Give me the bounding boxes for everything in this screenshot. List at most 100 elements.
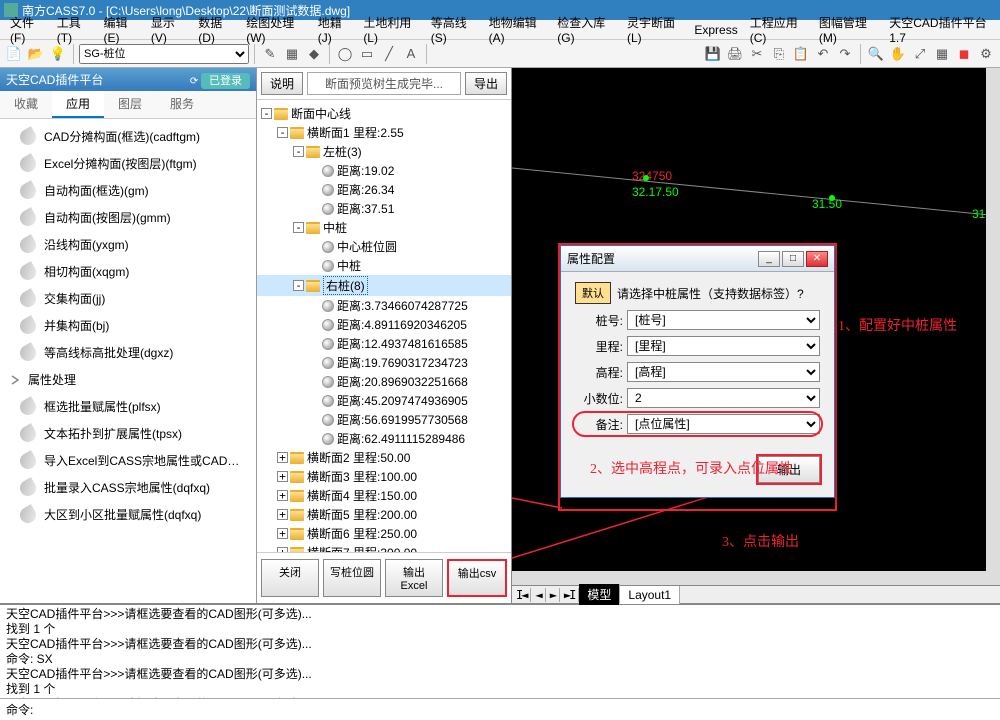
tree-node[interactable]: 距离:19.7690317234723 <box>337 354 468 371</box>
tab-service[interactable]: 服务 <box>156 91 208 118</box>
menu-eng[interactable]: 工程应用(C) <box>744 12 813 47</box>
open-icon[interactable]: 📂 <box>26 44 46 64</box>
collapse-icon[interactable]: - <box>261 108 272 119</box>
expand-icon[interactable]: + <box>277 528 288 539</box>
list-item[interactable]: Excel分摊构面(按图层)(ftgm) <box>0 150 256 177</box>
tab-nav-next-icon[interactable]: ► <box>546 588 560 602</box>
tab-fav[interactable]: 收藏 <box>0 91 52 118</box>
menu-landuse[interactable]: 土地利用(L) <box>357 12 424 47</box>
default-button[interactable]: 默认 <box>575 282 611 304</box>
list-item[interactable]: 等高线标高批处理(dgxz) <box>0 339 256 366</box>
collapse-icon[interactable]: - <box>277 127 288 138</box>
rect-icon[interactable]: ▭ <box>357 44 377 64</box>
close-icon[interactable]: ✕ <box>806 251 828 267</box>
output-button[interactable]: 输出 <box>758 456 820 483</box>
pan-icon[interactable]: ✋ <box>888 44 908 64</box>
zoom-icon[interactable]: 🔍 <box>866 44 886 64</box>
menu-express[interactable]: Express <box>688 21 743 39</box>
tool3-icon[interactable]: ◆ <box>304 44 324 64</box>
decimals-select[interactable]: 2 <box>627 388 820 408</box>
new-icon[interactable]: 📄 <box>4 44 24 64</box>
stake-select[interactable]: [桩号] <box>627 310 820 330</box>
print-icon[interactable]: 🖨 <box>725 44 745 64</box>
collapse-icon[interactable]: - <box>293 280 304 291</box>
menu-draw[interactable]: 绘图处理(W) <box>240 12 312 47</box>
settings-icon[interactable]: ⚙ <box>976 44 996 64</box>
menu-edit[interactable]: 编辑(E) <box>98 12 145 47</box>
redo-icon[interactable]: ↷ <box>835 44 855 64</box>
expand-icon[interactable]: + <box>277 452 288 463</box>
tree-node[interactable]: 断面中心线 <box>291 105 351 122</box>
expand-icon[interactable]: + <box>277 471 288 482</box>
tab-model[interactable]: 模型 <box>579 584 620 605</box>
list-item[interactable]: CAD分摊构面(框选)(cadftgm) <box>0 123 256 150</box>
cut-icon[interactable]: ✂ <box>747 44 767 64</box>
list-item[interactable]: 导入Excel到CASS宗地属性或CAD扩展属性(xlsdr) <box>0 447 256 474</box>
tree-node[interactable]: 横断面2 里程:50.00 <box>307 449 410 466</box>
write-stake-button[interactable]: 写桩位圆 <box>323 559 381 597</box>
remark-select[interactable]: [点位属性] <box>627 414 820 434</box>
tree-node[interactable]: 横断面1 里程:2.55 <box>307 124 404 141</box>
list-item[interactable]: 相切构面(xqgm) <box>0 258 256 285</box>
tree-node-selected[interactable]: 右桩(8) <box>323 276 368 295</box>
tool-icon[interactable]: ✎ <box>260 44 280 64</box>
tree-node[interactable]: 横断面6 里程:250.00 <box>307 525 417 542</box>
tree-node[interactable]: 中心桩位圆 <box>337 238 397 255</box>
collapse-icon[interactable]: - <box>293 222 304 233</box>
tree-node[interactable]: 距离:20.8969032251668 <box>337 373 468 390</box>
tab-app[interactable]: 应用 <box>52 91 104 118</box>
tree-node[interactable]: 距离:3.73466074287725 <box>337 297 468 314</box>
export-button[interactable]: 导出 <box>465 72 507 95</box>
list-item[interactable]: 沿线构面(yxgm) <box>0 231 256 258</box>
maximize-icon[interactable]: □ <box>782 251 804 267</box>
menu-section[interactable]: 灵宇断面(L) <box>621 12 688 47</box>
menu-tools[interactable]: 工具(T) <box>51 12 98 47</box>
list-item[interactable]: 自动构面(按图层)(gmm) <box>0 204 256 231</box>
menu-check[interactable]: 检查入库(G) <box>551 12 621 47</box>
tree-node[interactable]: 距离:19.02 <box>337 162 394 179</box>
color-icon[interactable]: ◼ <box>954 44 974 64</box>
minimize-icon[interactable]: _ <box>758 251 780 267</box>
command-input[interactable] <box>37 702 994 717</box>
bulb-icon[interactable]: 💡 <box>48 44 68 64</box>
undo-icon[interactable]: ↶ <box>813 44 833 64</box>
section-tree[interactable]: -断面中心线 -横断面1 里程:2.55 -左桩(3) 距离:19.02 距离:… <box>257 100 511 552</box>
scrollbar-horizontal[interactable] <box>512 571 986 585</box>
list-item[interactable]: 大区到小区批量赋属性(dqfxq) <box>0 501 256 528</box>
expand-icon[interactable]: + <box>277 490 288 501</box>
list-item[interactable]: 交集构面(jj) <box>0 285 256 312</box>
grid-icon[interactable]: ▦ <box>932 44 952 64</box>
tree-node[interactable]: 距离:37.51 <box>337 200 394 217</box>
tree-node[interactable]: 横断面4 里程:150.00 <box>307 487 417 504</box>
login-badge[interactable]: 已登录 <box>201 73 250 89</box>
menu-land[interactable]: 地籍(J) <box>312 12 358 47</box>
list-item[interactable]: 文本拓扑到扩展属性(tpsx) <box>0 420 256 447</box>
tree-node[interactable]: 中桩 <box>337 257 361 274</box>
tree-node[interactable]: 距离:12.4937481616585 <box>337 335 468 352</box>
menu-contour[interactable]: 等高线(S) <box>425 12 483 47</box>
tree-node[interactable]: 距离:62.4911115289486 <box>337 430 465 447</box>
tree-node[interactable]: 距离:56.6919957730568 <box>337 411 468 428</box>
menu-file[interactable]: 文件(F) <box>4 12 51 47</box>
tool2-icon[interactable]: ▦ <box>282 44 302 64</box>
menu-view[interactable]: 显示(V) <box>145 12 192 47</box>
export-excel-button[interactable]: 输出Excel <box>385 559 443 597</box>
list-item[interactable]: 自动构面(框选)(gm) <box>0 177 256 204</box>
tree-node[interactable]: 距离:4.89116920346205 <box>337 316 467 333</box>
scrollbar-vertical[interactable] <box>986 68 1000 585</box>
list-item[interactable]: 框选批量赋属性(plfsx) <box>0 393 256 420</box>
circle-icon[interactable]: ◯ <box>335 44 355 64</box>
tree-node[interactable]: 中桩 <box>323 219 347 236</box>
text-icon[interactable]: A <box>401 44 421 64</box>
extend-icon[interactable]: ⤢ <box>910 44 930 64</box>
tab-nav-prev-icon[interactable]: ◄ <box>531 588 545 602</box>
menu-obj-edit[interactable]: 地物编辑(A) <box>483 12 552 47</box>
tab-nav-last-icon[interactable]: ►I <box>560 588 579 602</box>
info-button[interactable]: 说明 <box>261 72 303 95</box>
tree-node[interactable]: 距离:26.34 <box>337 181 394 198</box>
menu-sheet[interactable]: 图幅管理(M) <box>813 12 883 47</box>
export-csv-button[interactable]: 输出csv <box>447 559 507 597</box>
copy-icon[interactable]: ⎘ <box>769 44 789 64</box>
list-item[interactable]: 批量录入CASS宗地属性(dqfxq) <box>0 474 256 501</box>
tab-nav-first-icon[interactable]: I◄ <box>512 588 531 602</box>
